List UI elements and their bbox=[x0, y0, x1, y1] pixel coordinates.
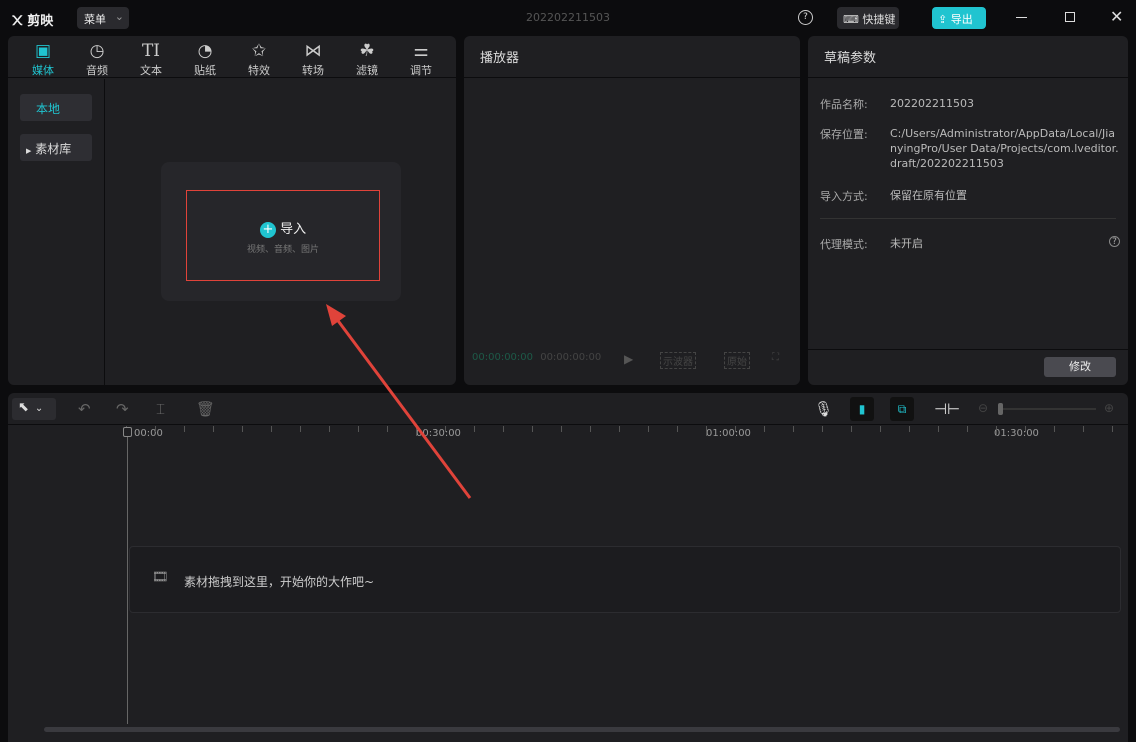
annotation-arrow bbox=[326, 304, 472, 499]
